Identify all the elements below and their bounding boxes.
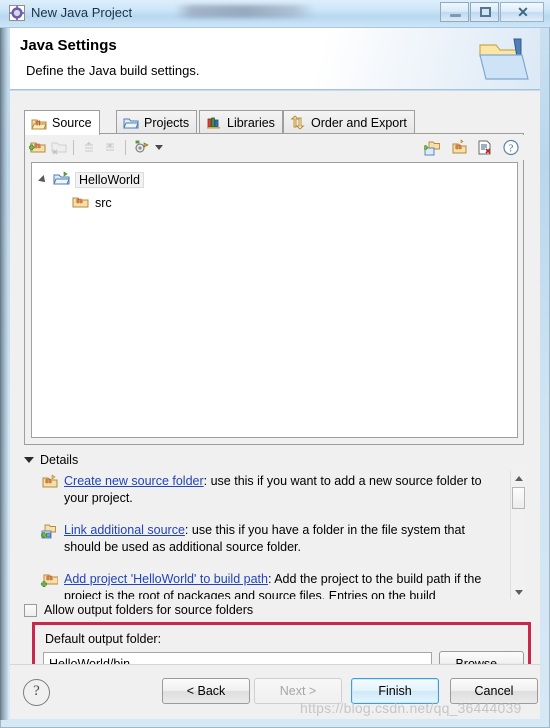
wizard-body: Source Projects Libraries Order and Expo… <box>10 91 540 684</box>
blurred-title-region <box>175 5 315 18</box>
detail-create-new-source-folder[interactable]: Create new source folder: use this if yo… <box>41 473 496 507</box>
detail-link[interactable]: Link additional source <box>64 523 185 537</box>
toolbar-separator <box>73 140 74 155</box>
tree-item-src[interactable]: src <box>72 194 112 211</box>
wizard-header: Java Settings Define the Java build sett… <box>10 28 540 90</box>
move-up-icon <box>81 139 99 156</box>
triangle-up-icon <box>515 476 523 481</box>
details-scrollbar[interactable] <box>510 471 526 599</box>
source-toolbar-right: ? <box>421 139 520 156</box>
detail-link[interactable]: Create new source folder <box>64 474 204 488</box>
source-tab-panel: ? HelloWorld src <box>24 133 524 445</box>
close-icon: ✕ <box>517 4 529 20</box>
settings-tabs: Source Projects Libraries Order and Expo… <box>24 110 524 135</box>
page-description: Define the Java build settings. <box>26 63 200 78</box>
triangle-down-icon <box>515 590 523 595</box>
remove-entry-icon[interactable] <box>476 139 494 156</box>
tab-projects[interactable]: Projects <box>116 110 198 134</box>
expand-arrow-icon[interactable] <box>38 174 48 185</box>
scroll-down-button[interactable] <box>511 585 526 599</box>
detail-link[interactable]: Add project 'HelloWorld' to build path <box>64 572 268 586</box>
svg-text:?: ? <box>509 143 514 154</box>
close-button[interactable]: ✕ <box>500 2 544 22</box>
tree-item-helloworld[interactable]: HelloWorld <box>38 171 144 188</box>
tab-label: Order and Export <box>311 115 407 130</box>
dropdown-caret-icon[interactable] <box>155 145 163 150</box>
tab-order-and-export[interactable]: Order and Export <box>283 110 415 134</box>
next-button: Next > <box>254 678 342 704</box>
source-folder-icon <box>72 194 90 211</box>
tree-item-label: src <box>95 195 112 210</box>
project-folder-icon <box>53 171 71 188</box>
help-button[interactable]: ? <box>23 679 50 706</box>
default-output-folder-label: Default output folder: <box>45 632 162 646</box>
details-section-header[interactable]: Details <box>24 453 78 467</box>
link-source-icon[interactable] <box>423 139 442 156</box>
title-bar[interactable]: New Java Project ✕ <box>0 0 550 28</box>
help-circle-icon[interactable]: ? <box>502 139 520 156</box>
back-button[interactable]: < Back <box>162 678 250 704</box>
allow-output-folders-label: Allow output folders for source folders <box>44 603 254 617</box>
link-additional-source-icon <box>41 523 58 539</box>
order-export-arrows-icon <box>290 115 306 130</box>
tab-source[interactable]: Source <box>24 110 100 135</box>
details-label: Details <box>40 453 79 467</box>
tab-libraries[interactable]: Libraries <box>199 110 283 134</box>
source-toolbar: ? <box>26 135 524 160</box>
page-title: Java Settings <box>20 37 117 54</box>
allow-output-folders-row[interactable]: Allow output folders for source folders <box>24 603 253 617</box>
create-source-folder-icon[interactable] <box>450 139 468 156</box>
scrollbar-thumb[interactable] <box>512 487 525 509</box>
minimize-icon <box>450 14 461 17</box>
allow-output-folders-checkbox[interactable] <box>24 603 37 617</box>
java-project-window-icon <box>9 5 25 21</box>
window-frame-left-shadow <box>0 20 8 720</box>
detail-link-additional-source[interactable]: Link additional source: use this if you … <box>41 522 496 556</box>
configure-icon[interactable] <box>133 139 151 156</box>
minimize-button[interactable] <box>440 2 469 22</box>
create-new-source-folder-icon <box>41 474 58 490</box>
source-folders-tree[interactable]: HelloWorld src <box>31 162 518 438</box>
finish-button[interactable]: Finish <box>351 678 439 704</box>
chevron-down-icon[interactable] <box>24 457 34 463</box>
toolbar-separator <box>125 140 126 155</box>
tree-item-label: HelloWorld <box>75 171 144 188</box>
maximize-icon <box>480 7 491 17</box>
libraries-books-icon <box>206 115 222 130</box>
source-folder-icon <box>31 116 47 131</box>
tab-label: Projects <box>144 115 190 130</box>
new-java-project-dialog: New Java Project ✕ Java Settings Define … <box>0 0 550 728</box>
add-project-to-build-path-icon <box>41 572 59 588</box>
tab-label: Libraries <box>227 115 275 130</box>
move-down-icon <box>102 139 120 156</box>
java-project-folder-banner-icon <box>474 33 530 85</box>
remove-folder-icon <box>50 139 68 156</box>
maximize-button[interactable] <box>470 2 499 22</box>
tab-label: Source <box>52 116 92 130</box>
details-content: Create new source folder: use this if yo… <box>24 471 524 599</box>
scroll-up-button[interactable] <box>511 471 526 485</box>
projects-folder-icon <box>123 115 139 130</box>
window-title: New Java Project <box>31 5 133 20</box>
detail-add-project-to-build-path[interactable]: Add project 'HelloWorld' to build path: … <box>41 571 496 599</box>
add-folder-icon[interactable] <box>28 139 47 156</box>
wizard-footer: ? < Back Next > Finish Cancel <box>10 664 540 719</box>
cancel-button[interactable]: Cancel <box>450 678 538 704</box>
